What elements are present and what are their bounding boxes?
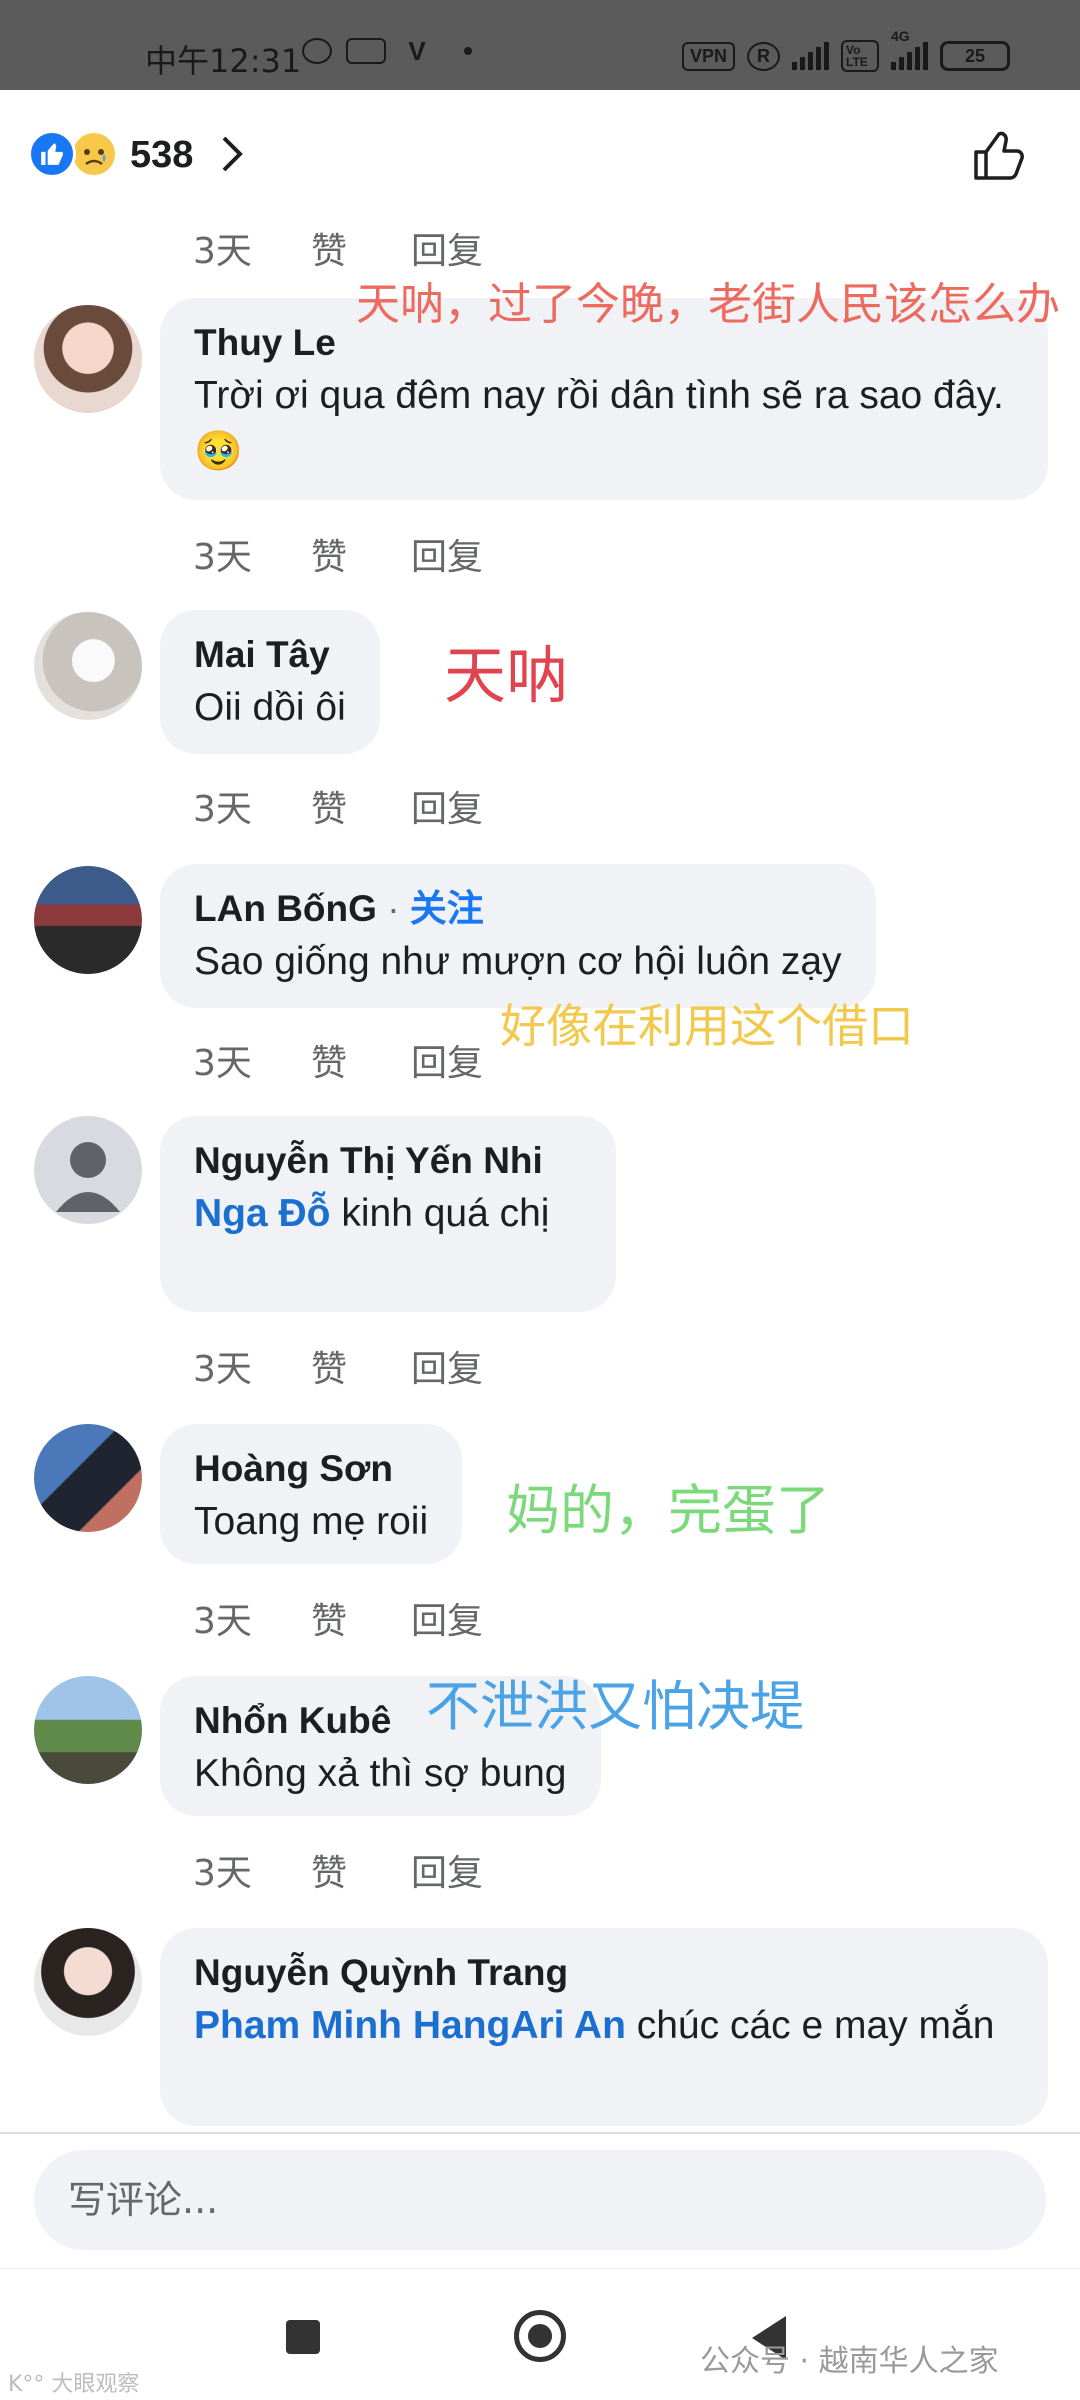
watermark: 公众号 · 越南华人之家 xyxy=(700,2344,999,2379)
mention-link[interactable]: Pham Minh HangAri An xyxy=(194,2004,626,2047)
comment-actions: 3天 赞 回复 xyxy=(193,528,483,580)
sad-icon xyxy=(70,130,118,178)
comment-time: 3天 xyxy=(193,789,252,830)
mention-link[interactable]: Nga Đỗ xyxy=(194,1192,331,1235)
comment-bubble: Nguyễn Thị Yến Nhi Nga Đỗ kinh quá chị xyxy=(160,1116,616,1312)
r-icon: R xyxy=(747,41,780,71)
reply-link[interactable]: 回复 xyxy=(411,1034,483,1086)
comment-time: 3天 xyxy=(193,1349,252,1390)
avatar[interactable] xyxy=(34,1928,142,2036)
reply-link[interactable]: 回复 xyxy=(411,1340,483,1392)
notification-icons: V xyxy=(302,35,472,66)
avatar[interactable] xyxy=(34,1424,142,1532)
like-link[interactable]: 赞 xyxy=(311,528,411,580)
chevron-right-icon[interactable] xyxy=(212,134,252,174)
comment-time: 3天 xyxy=(193,1043,252,1084)
signal-icon-2 xyxy=(891,42,928,70)
volte-icon: Vo LTE xyxy=(841,40,879,72)
logo-watermark: K°° 大眼观察 xyxy=(8,2372,140,2397)
recent-apps-button[interactable] xyxy=(286,2320,320,2354)
commenter-name[interactable]: Nguyễn Quỳnh Trang xyxy=(194,1948,1014,1998)
like-link[interactable]: 赞 xyxy=(311,1592,411,1644)
comment-text-wrap: Nga Đỗ kinh quá chị xyxy=(194,1186,582,1242)
follow-button[interactable]: 关注 xyxy=(410,888,484,929)
comment-input[interactable] xyxy=(68,2150,968,2250)
avatar[interactable] xyxy=(34,1676,142,1784)
comment-actions: 3天 赞 回复 xyxy=(193,1592,483,1644)
translation-annotation: 天呐 xyxy=(444,639,569,712)
zalo-icon xyxy=(346,38,386,64)
like-link[interactable]: 赞 xyxy=(311,1844,411,1896)
comment-bubble: Mai Tây Oii dồi ôi xyxy=(160,610,380,754)
commenter-name[interactable]: Mai Tây xyxy=(194,630,346,680)
comment-actions: 3天 赞 回复 xyxy=(193,780,483,832)
comment-text: Sao giống như mượn cơ hội luôn zạy xyxy=(194,940,842,983)
reaction-count: 538 xyxy=(130,134,194,176)
comment-text: Không xả thì sợ bung xyxy=(194,1752,567,1795)
more-notifications-dot xyxy=(464,47,472,55)
reactions-header[interactable]: 538 xyxy=(0,90,1080,220)
like-link[interactable]: 赞 xyxy=(311,1340,411,1392)
translation-annotation: 好像在利用这个借口 xyxy=(500,999,914,1053)
avatar[interactable] xyxy=(34,1116,142,1224)
translation-annotation: 妈的，完蛋了 xyxy=(506,1479,830,1542)
divider xyxy=(0,2132,1080,2134)
comment-time: 3天 xyxy=(193,537,252,578)
commenter-name[interactable]: Hoàng Sơn xyxy=(194,1444,428,1494)
commenter-name-row: LAn BốnG · 关注 xyxy=(194,888,484,929)
comment-text-wrap: Pham Minh HangAri An chúc các e may mắn xyxy=(194,1998,1014,2054)
reply-link[interactable]: 回复 xyxy=(411,1844,483,1896)
reply-link[interactable]: 回复 xyxy=(411,222,483,274)
translation-annotation: 天呐，过了今晚，老街人民该怎么办 xyxy=(356,279,1060,330)
comment-text: Trời ơi qua đêm nay rồi dân tình sẽ ra s… xyxy=(194,374,1004,473)
default-avatar-icon xyxy=(56,1142,120,1212)
comment-time: 3天 xyxy=(193,1853,252,1894)
comment-time: 3天 xyxy=(193,231,252,272)
network-type: 4G xyxy=(891,28,928,70)
translation-annotation: 不泄洪又怕决堤 xyxy=(426,1675,804,1738)
comment-bubble: Nguyễn Quỳnh Trang Pham Minh HangAri An … xyxy=(160,1928,1048,2126)
status-time: 中午12:31 xyxy=(145,42,302,80)
avatar[interactable] xyxy=(34,866,142,974)
commenter-name[interactable]: Nguyễn Thị Yến Nhi xyxy=(194,1136,582,1186)
vpn-badge: VPN xyxy=(681,41,735,71)
signal-icon xyxy=(792,42,829,70)
like-icon xyxy=(28,130,76,178)
comment-bubble: Hoàng Sơn Toang mẹ roii xyxy=(160,1424,463,1564)
reply-link[interactable]: 回复 xyxy=(411,528,483,580)
status-bar: 中午12:31 V VPN R Vo LTE 4G 25 xyxy=(0,0,1080,90)
home-button[interactable] xyxy=(514,2310,566,2362)
comment-actions: 3天 赞 回复 xyxy=(193,1844,483,1896)
like-link[interactable]: 赞 xyxy=(311,780,411,832)
comment-text: kinh quá chị xyxy=(330,1192,550,1235)
comment-bubble: LAn BốnG · 关注 Sao giống như mượn cơ hội … xyxy=(160,864,876,1008)
system-nav-bar xyxy=(0,2268,1080,2400)
avatar[interactable] xyxy=(34,612,142,720)
like-link[interactable]: 赞 xyxy=(311,222,411,274)
comment-text: Toang mẹ roii xyxy=(194,1500,429,1543)
comment-text: Oii dồi ôi xyxy=(194,686,346,729)
comment-text: chúc các e may mắn xyxy=(625,2004,995,2047)
chat-app-icon xyxy=(302,38,332,64)
comment-time: 3天 xyxy=(193,1601,252,1642)
status-right: VPN R Vo LTE 4G 25 xyxy=(681,28,1010,72)
reply-link[interactable]: 回复 xyxy=(411,1592,483,1644)
avatar[interactable] xyxy=(34,305,142,413)
like-button-icon[interactable] xyxy=(968,126,1028,186)
comment-composer[interactable] xyxy=(34,2150,1046,2250)
network-label: 4G xyxy=(891,28,910,44)
comment-actions: 3天 赞 回复 xyxy=(193,222,483,274)
battery-icon: 25 xyxy=(940,41,1010,71)
like-link[interactable]: 赞 xyxy=(311,1034,411,1086)
reply-link[interactable]: 回复 xyxy=(411,780,483,832)
comment-actions: 3天 赞 回复 xyxy=(193,1340,483,1392)
v-app-icon: V xyxy=(408,35,426,66)
divider xyxy=(0,2268,1080,2269)
comment-actions: 3天 赞 回复 xyxy=(193,1034,483,1086)
commenter-name[interactable]: LAn BốnG xyxy=(194,888,377,929)
